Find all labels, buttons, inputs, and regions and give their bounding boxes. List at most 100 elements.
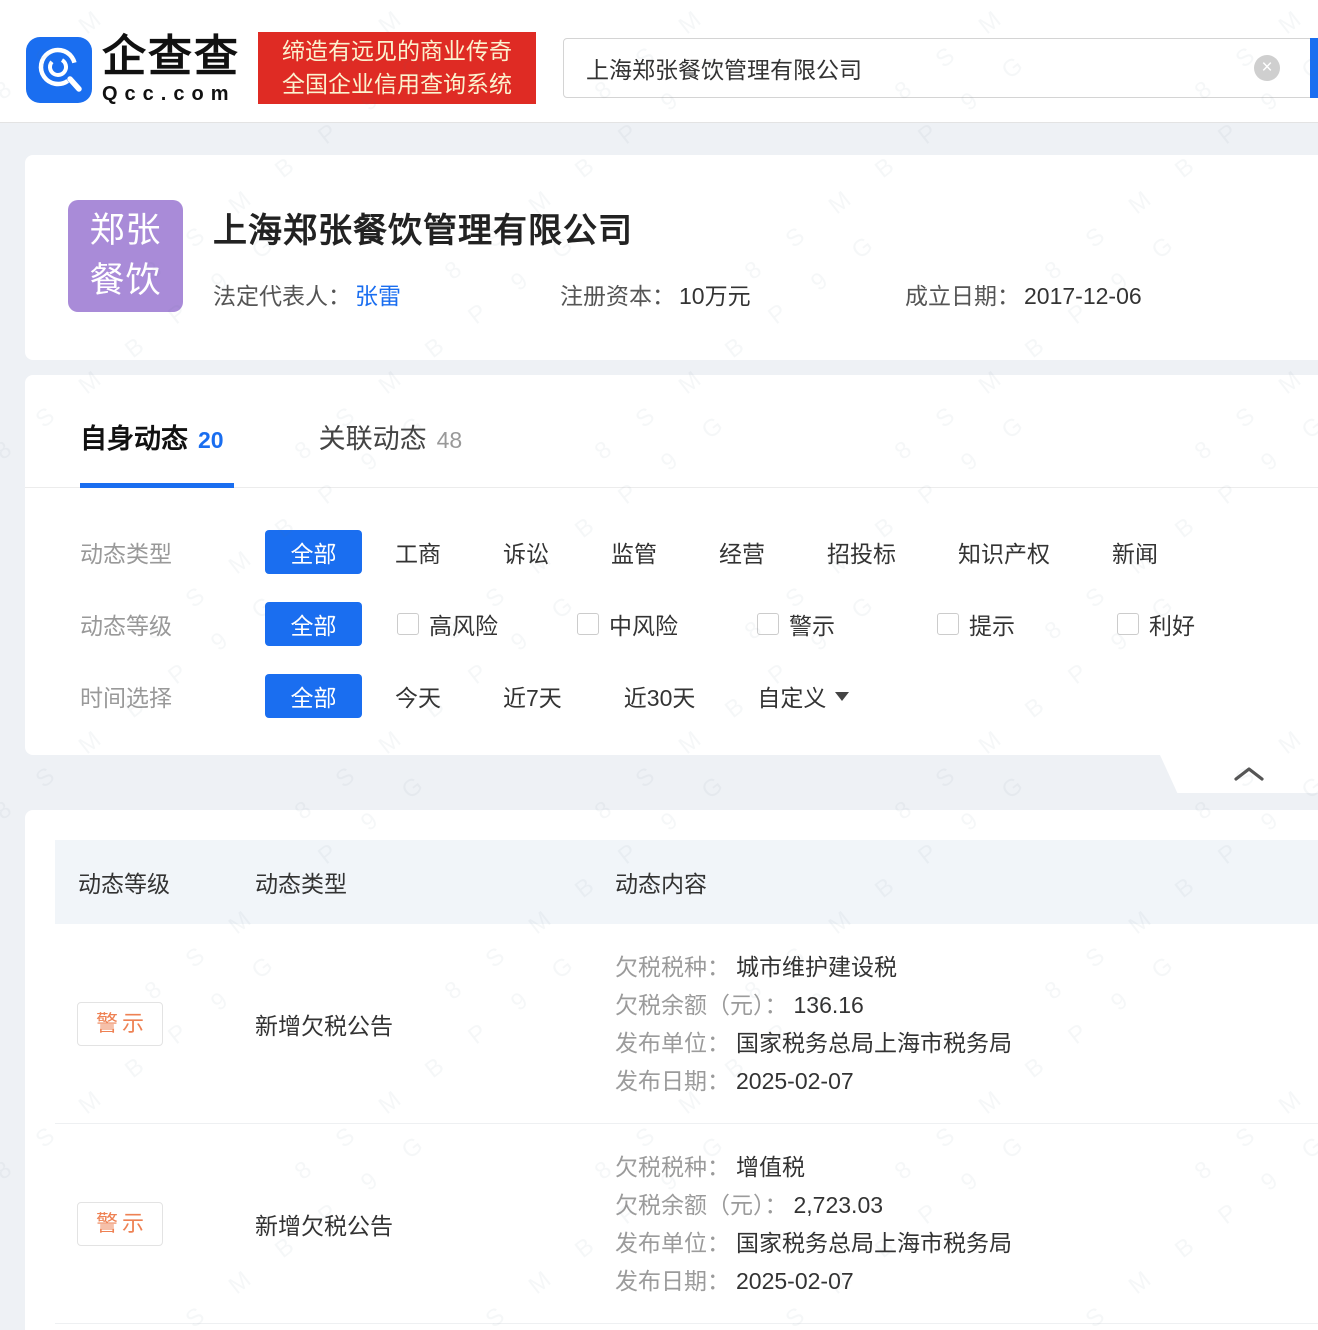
filter-level-all-button[interactable]: 全部 — [265, 602, 362, 646]
tab-self-news-count: 20 — [198, 427, 224, 453]
qcc-logo-icon — [26, 37, 92, 103]
filter-level-option-label: 高风险 — [429, 607, 498, 641]
clear-search-icon[interactable]: × — [1254, 55, 1280, 81]
founded-date-label: 成立日期： — [905, 283, 1020, 309]
filter-time-option-1[interactable]: 近7天 — [503, 679, 562, 713]
qcc-company-news-page: 企查查 Qcc.com 缔造有远见的商业传奇 全国企业信用查询系统 × 郑张 餐… — [0, 0, 1318, 1330]
collapse-panel-tab[interactable] — [1160, 755, 1318, 793]
avatar-line-1: 郑张 — [68, 206, 183, 256]
content-line: 发布单位：国家税务总局上海市税务局 — [615, 1024, 1318, 1062]
filter-time-option-2[interactable]: 近30天 — [624, 679, 696, 713]
news-table-card: 动态等级 动态类型 动态内容 警示新增欠税公告欠税税种：城市维护建设税欠税余额（… — [25, 810, 1318, 1330]
filter-time-option-0[interactable]: 今天 — [395, 679, 441, 713]
slogan-line-1: 缔造有远见的商业传奇 — [258, 35, 536, 68]
tab-related-news-label: 关联动态 — [319, 424, 427, 454]
top-header: 企查查 Qcc.com 缔造有远见的商业传奇 全国企业信用查询系统 × — [0, 0, 1318, 123]
filter-level-option-2[interactable]: 警示 — [757, 607, 937, 641]
level-warning-badge: 警示 — [77, 1202, 163, 1246]
filter-time-options: 今天 近7天 近30天 自定义 — [395, 679, 849, 713]
tab-self-news-label: 自身动态 — [80, 424, 188, 454]
company-summary-card: 郑张 餐饮 上海郑张餐饮管理有限公司 法定代表人：张雷 注册资本：10万元 成立… — [25, 155, 1318, 360]
table-cell-level: 警示 — [55, 1002, 232, 1046]
table-cell-type: 新增欠税公告 — [232, 1007, 615, 1041]
table-header-type: 动态类型 — [232, 865, 615, 899]
qcc-logo[interactable]: 企查查 Qcc.com — [26, 34, 240, 106]
logo-text-en: Qcc.com — [102, 82, 240, 106]
company-name-title: 上海郑张餐饮管理有限公司 — [213, 203, 633, 252]
filter-time-label: 时间选择 — [80, 679, 265, 713]
content-line: 欠税余额（元）：2,723.03 — [615, 1186, 1318, 1224]
filter-level-option-label: 中风险 — [609, 607, 678, 641]
tabs-row: 自身动态 20 关联动态48 — [80, 417, 462, 456]
content-line-label: 欠税余额（元）： — [615, 992, 788, 1018]
content-line-value: 国家税务总局上海市税务局 — [736, 1030, 1012, 1056]
checkbox-icon[interactable] — [757, 613, 779, 635]
checkbox-icon[interactable] — [937, 613, 959, 635]
table-row[interactable]: 警示新增欠税公告欠税税种：增值税欠税余额（元）：2,723.03发布单位：国家税… — [55, 1124, 1318, 1324]
content-line: 欠税税种：城市维护建设税 — [615, 948, 1318, 986]
table-header-row: 动态等级 动态类型 动态内容 — [55, 840, 1318, 924]
table-cell-type: 新增欠税公告 — [232, 1207, 615, 1241]
content-line-label: 欠税余额（元）： — [615, 1192, 788, 1218]
checkbox-icon[interactable] — [577, 613, 599, 635]
filter-type-option-4[interactable]: 招投标 — [827, 535, 896, 569]
table-body: 警示新增欠税公告欠税税种：城市维护建设税欠税余额（元）：136.16发布单位：国… — [55, 924, 1318, 1324]
legal-representative-link[interactable]: 张雷 — [355, 283, 401, 309]
filter-level-option-label: 提示 — [969, 607, 1015, 641]
content-line: 欠税余额（元）：136.16 — [615, 986, 1318, 1024]
filter-time-all-button[interactable]: 全部 — [265, 674, 362, 718]
filter-type-option-0[interactable]: 工商 — [395, 535, 441, 569]
table-header-content: 动态内容 — [615, 865, 1318, 899]
filter-level-option-4[interactable]: 利好 — [1117, 607, 1297, 641]
filter-level-options: 高风险 中风险 警示提示 利好 — [397, 607, 1297, 641]
search-button-edge[interactable] — [1310, 38, 1318, 98]
legal-representative: 法定代表人：张雷 — [213, 277, 401, 311]
table-cell-content: 欠税税种：城市维护建设税欠税余额（元）：136.16发布单位：国家税务总局上海市… — [615, 948, 1318, 1100]
registered-capital: 注册资本：10万元 — [560, 277, 751, 311]
legal-representative-label: 法定代表人： — [213, 283, 351, 309]
news-filter-card: 自身动态20 关联动态48 动态类型 全部 工商诉讼监管经营招投标知识产权新闻 … — [25, 375, 1318, 755]
caret-down-icon — [835, 692, 849, 701]
registered-capital-value: 10万元 — [679, 283, 751, 309]
slogan-line-2: 全国企业信用查询系统 — [258, 68, 536, 101]
checkbox-icon[interactable] — [397, 613, 419, 635]
content-line-value: 2025-02-07 — [736, 1068, 854, 1094]
active-tab-underline — [80, 483, 234, 488]
filter-type-option-5[interactable]: 知识产权 — [958, 535, 1050, 569]
content-line-value: 2025-02-07 — [736, 1268, 854, 1294]
table-cell-level: 警示 — [55, 1202, 232, 1246]
content-line-label: 欠税税种： — [615, 1154, 730, 1180]
filter-time-custom-label: 自定义 — [757, 679, 826, 713]
content-line: 发布日期：2025-02-07 — [615, 1062, 1318, 1100]
filter-time-custom[interactable]: 自定义 — [757, 679, 849, 713]
filter-type-all-button[interactable]: 全部 — [265, 530, 362, 574]
filter-type-label: 动态类型 — [80, 535, 265, 569]
filter-level-option-3[interactable]: 提示 — [937, 607, 1117, 641]
level-warning-badge: 警示 — [77, 1002, 163, 1046]
filter-type-options: 工商 诉讼 监管 经营 招投标 知识产权 新闻 — [395, 535, 1158, 569]
chevron-up-icon — [1232, 765, 1266, 783]
filter-row-level: 动态等级 全部 高风险中风险警示提示利好 — [80, 602, 1297, 646]
filter-type-option-6[interactable]: 新闻 — [1112, 535, 1158, 569]
logo-text: 企查查 Qcc.com — [102, 34, 240, 106]
content-line-value: 增值税 — [736, 1154, 805, 1180]
filter-type-option-1[interactable]: 诉讼 — [503, 535, 549, 569]
founded-date: 成立日期：2017-12-06 — [905, 277, 1142, 311]
search-input[interactable] — [563, 38, 1318, 98]
slogan-banner: 缔造有远见的商业传奇 全国企业信用查询系统 — [258, 32, 536, 104]
filter-type-option-3[interactable]: 经营 — [719, 535, 765, 569]
filter-row-time: 时间选择 全部 今天 近7天 近30天 自定义 — [80, 674, 849, 718]
content-line-value: 2,723.03 — [794, 1192, 884, 1218]
tab-related-news[interactable]: 关联动态48 — [319, 417, 463, 456]
content-line-value: 国家税务总局上海市税务局 — [736, 1230, 1012, 1256]
filter-level-option-1[interactable]: 中风险 — [577, 607, 757, 641]
tab-self-news[interactable]: 自身动态 20 — [80, 417, 224, 456]
filter-type-option-2[interactable]: 监管 — [611, 535, 657, 569]
table-cell-content: 欠税税种：增值税欠税余额（元）：2,723.03发布单位：国家税务总局上海市税务… — [615, 1148, 1318, 1300]
registered-capital-label: 注册资本： — [560, 283, 675, 309]
checkbox-icon[interactable] — [1117, 613, 1139, 635]
news-type-text: 新增欠税公告 — [255, 1013, 393, 1039]
logo-text-cn: 企查查 — [102, 34, 240, 80]
filter-level-option-0[interactable]: 高风险 — [397, 607, 577, 641]
table-row[interactable]: 警示 新增欠税公告 欠税税种：城市维护建设税欠税余额（元）：136.16发布单位：国… — [55, 924, 1318, 1124]
